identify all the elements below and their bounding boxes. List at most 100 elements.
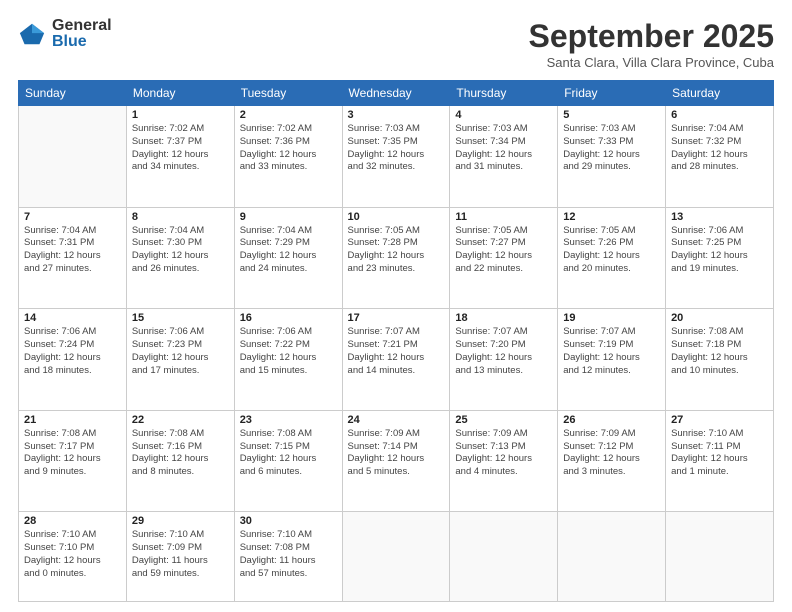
day-info-3: Sunrise: 7:03 AMSunset: 7:35 PMDaylight:… bbox=[348, 123, 445, 174]
day-info-22: Sunrise: 7:08 AMSunset: 7:16 PMDaylight:… bbox=[132, 428, 229, 479]
cell-4-6 bbox=[666, 512, 774, 602]
day-number-8: 8 bbox=[132, 211, 229, 223]
day-info-12: Sunrise: 7:05 AMSunset: 7:26 PMDaylight:… bbox=[563, 225, 660, 276]
cell-0-5: 5Sunrise: 7:03 AMSunset: 7:33 PMDaylight… bbox=[558, 106, 666, 208]
day-number-14: 14 bbox=[24, 312, 121, 324]
day-info-5: Sunrise: 7:03 AMSunset: 7:33 PMDaylight:… bbox=[563, 123, 660, 174]
day-info-26: Sunrise: 7:09 AMSunset: 7:12 PMDaylight:… bbox=[563, 428, 660, 479]
day-number-30: 30 bbox=[240, 515, 337, 527]
cell-2-3: 17 Sunrise: 7:07 AMSunset: 7:21 PMDayligh… bbox=[342, 309, 450, 411]
day-info-9: Sunrise: 7:04 AMSunset: 7:29 PMDaylight:… bbox=[240, 225, 337, 276]
day-number-20: 20 bbox=[671, 312, 768, 324]
cell-4-0: 28 Sunrise: 7:10 AMSunset: 7:10 PMDayligh… bbox=[19, 512, 127, 602]
month-title: September 2025 bbox=[529, 18, 774, 55]
day-info-1: Sunrise: 7:02 AMSunset: 7:37 PMDaylight:… bbox=[132, 123, 229, 174]
day-number-28: 28 bbox=[24, 515, 121, 527]
day-info-14: Sunrise: 7:06 AMSunset: 7:24 PMDaylight:… bbox=[24, 326, 121, 377]
day-number-22: 22 bbox=[132, 414, 229, 426]
day-info-27: Sunrise: 7:10 AMSunset: 7:11 PMDaylight:… bbox=[671, 428, 768, 479]
cell-3-6: 27 Sunrise: 7:10 AMSunset: 7:11 PMDayligh… bbox=[666, 410, 774, 512]
logo-general-text: General bbox=[52, 18, 112, 34]
day-info-2: Sunrise: 7:02 AMSunset: 7:36 PMDaylight:… bbox=[240, 123, 337, 174]
cell-1-6: 13Sunrise: 7:06 AMSunset: 7:25 PMDayligh… bbox=[666, 207, 774, 309]
cell-0-4: 4 Sunrise: 7:03 AMSunset: 7:34 PMDaylight… bbox=[450, 106, 558, 208]
day-number-1: 1 bbox=[132, 109, 229, 121]
day-number-9: 9 bbox=[240, 211, 337, 223]
cell-4-5 bbox=[558, 512, 666, 602]
day-number-23: 23 bbox=[240, 414, 337, 426]
cell-2-0: 14 Sunrise: 7:06 AMSunset: 7:24 PMDayligh… bbox=[19, 309, 127, 411]
day-info-24: Sunrise: 7:09 AMSunset: 7:14 PMDaylight:… bbox=[348, 428, 445, 479]
logo-icon bbox=[18, 20, 46, 48]
day-info-6: Sunrise: 7:04 AMSunset: 7:32 PMDaylight:… bbox=[671, 123, 768, 174]
day-number-2: 2 bbox=[240, 109, 337, 121]
day-number-15: 15 bbox=[132, 312, 229, 324]
cell-1-0: 7Sunrise: 7:04 AMSunset: 7:31 PMDaylight… bbox=[19, 207, 127, 309]
week-row-4: 21Sunrise: 7:08 AMSunset: 7:17 PMDayligh… bbox=[19, 410, 774, 512]
cell-3-1: 22 Sunrise: 7:08 AMSunset: 7:16 PMDayligh… bbox=[126, 410, 234, 512]
cell-2-1: 15 Sunrise: 7:06 AMSunset: 7:23 PMDayligh… bbox=[126, 309, 234, 411]
day-info-30: Sunrise: 7:10 AMSunset: 7:08 PMDaylight:… bbox=[240, 529, 337, 580]
day-number-11: 11 bbox=[455, 211, 552, 223]
day-number-17: 17 bbox=[348, 312, 445, 324]
day-info-19: Sunrise: 7:07 AMSunset: 7:19 PMDaylight:… bbox=[563, 326, 660, 377]
day-number-10: 10 bbox=[348, 211, 445, 223]
cell-4-3 bbox=[342, 512, 450, 602]
logo-text: General Blue bbox=[52, 18, 112, 50]
cell-4-1: 29 Sunrise: 7:10 AMSunset: 7:09 PMDayligh… bbox=[126, 512, 234, 602]
day-number-12: 12 bbox=[563, 211, 660, 223]
cell-3-4: 25Sunrise: 7:09 AMSunset: 7:13 PMDayligh… bbox=[450, 410, 558, 512]
day-info-23: Sunrise: 7:08 AMSunset: 7:15 PMDaylight:… bbox=[240, 428, 337, 479]
day-number-13: 13 bbox=[671, 211, 768, 223]
cell-1-4: 11 Sunrise: 7:05 AMSunset: 7:27 PMDayligh… bbox=[450, 207, 558, 309]
day-number-21: 21 bbox=[24, 414, 121, 426]
day-info-7: Sunrise: 7:04 AMSunset: 7:31 PMDaylight:… bbox=[24, 225, 121, 276]
day-number-24: 24 bbox=[348, 414, 445, 426]
cell-4-2: 30 Sunrise: 7:10 AMSunset: 7:08 PMDayligh… bbox=[234, 512, 342, 602]
cell-3-2: 23 Sunrise: 7:08 AMSunset: 7:15 PMDayligh… bbox=[234, 410, 342, 512]
day-info-15: Sunrise: 7:06 AMSunset: 7:23 PMDaylight:… bbox=[132, 326, 229, 377]
day-number-29: 29 bbox=[132, 515, 229, 527]
cell-1-2: 9 Sunrise: 7:04 AMSunset: 7:29 PMDaylight… bbox=[234, 207, 342, 309]
cell-2-6: 20 Sunrise: 7:08 AMSunset: 7:18 PMDayligh… bbox=[666, 309, 774, 411]
cell-2-5: 19Sunrise: 7:07 AMSunset: 7:19 PMDayligh… bbox=[558, 309, 666, 411]
cell-3-0: 21Sunrise: 7:08 AMSunset: 7:17 PMDayligh… bbox=[19, 410, 127, 512]
day-info-11: Sunrise: 7:05 AMSunset: 7:27 PMDaylight:… bbox=[455, 225, 552, 276]
cell-3-3: 24 Sunrise: 7:09 AMSunset: 7:14 PMDayligh… bbox=[342, 410, 450, 512]
cell-0-1: 1 Sunrise: 7:02 AMSunset: 7:37 PMDaylight… bbox=[126, 106, 234, 208]
day-info-18: Sunrise: 7:07 AMSunset: 7:20 PMDaylight:… bbox=[455, 326, 552, 377]
header-tuesday: Tuesday bbox=[234, 81, 342, 106]
header-thursday: Thursday bbox=[450, 81, 558, 106]
day-number-27: 27 bbox=[671, 414, 768, 426]
day-info-8: Sunrise: 7:04 AMSunset: 7:30 PMDaylight:… bbox=[132, 225, 229, 276]
calendar-page: General Blue September 2025 Santa Clara,… bbox=[0, 0, 792, 612]
day-number-3: 3 bbox=[348, 109, 445, 121]
week-row-5: 28 Sunrise: 7:10 AMSunset: 7:10 PMDayligh… bbox=[19, 512, 774, 602]
day-info-17: Sunrise: 7:07 AMSunset: 7:21 PMDaylight:… bbox=[348, 326, 445, 377]
cell-0-2: 2 Sunrise: 7:02 AMSunset: 7:36 PMDaylight… bbox=[234, 106, 342, 208]
week-row-2: 7Sunrise: 7:04 AMSunset: 7:31 PMDaylight… bbox=[19, 207, 774, 309]
header-sunday: Sunday bbox=[19, 81, 127, 106]
day-number-6: 6 bbox=[671, 109, 768, 121]
day-info-28: Sunrise: 7:10 AMSunset: 7:10 PMDaylight:… bbox=[24, 529, 121, 580]
title-block: September 2025 Santa Clara, Villa Clara … bbox=[529, 18, 774, 70]
calendar-table: Sunday Monday Tuesday Wednesday Thursday… bbox=[18, 80, 774, 602]
header-friday: Friday bbox=[558, 81, 666, 106]
cell-2-4: 18 Sunrise: 7:07 AMSunset: 7:20 PMDayligh… bbox=[450, 309, 558, 411]
header: General Blue September 2025 Santa Clara,… bbox=[18, 18, 774, 70]
cell-3-5: 26 Sunrise: 7:09 AMSunset: 7:12 PMDayligh… bbox=[558, 410, 666, 512]
week-row-1: 1 Sunrise: 7:02 AMSunset: 7:37 PMDaylight… bbox=[19, 106, 774, 208]
day-number-26: 26 bbox=[563, 414, 660, 426]
cell-4-4 bbox=[450, 512, 558, 602]
day-info-20: Sunrise: 7:08 AMSunset: 7:18 PMDaylight:… bbox=[671, 326, 768, 377]
day-info-25: Sunrise: 7:09 AMSunset: 7:13 PMDaylight:… bbox=[455, 428, 552, 479]
cell-1-5: 12 Sunrise: 7:05 AMSunset: 7:26 PMDayligh… bbox=[558, 207, 666, 309]
day-info-29: Sunrise: 7:10 AMSunset: 7:09 PMDaylight:… bbox=[132, 529, 229, 580]
day-info-10: Sunrise: 7:05 AMSunset: 7:28 PMDaylight:… bbox=[348, 225, 445, 276]
cell-2-2: 16Sunrise: 7:06 AMSunset: 7:22 PMDayligh… bbox=[234, 309, 342, 411]
day-number-18: 18 bbox=[455, 312, 552, 324]
week-row-3: 14 Sunrise: 7:06 AMSunset: 7:24 PMDayligh… bbox=[19, 309, 774, 411]
logo-blue-text: Blue bbox=[52, 34, 112, 50]
day-number-4: 4 bbox=[455, 109, 552, 121]
day-info-4: Sunrise: 7:03 AMSunset: 7:34 PMDaylight:… bbox=[455, 123, 552, 174]
